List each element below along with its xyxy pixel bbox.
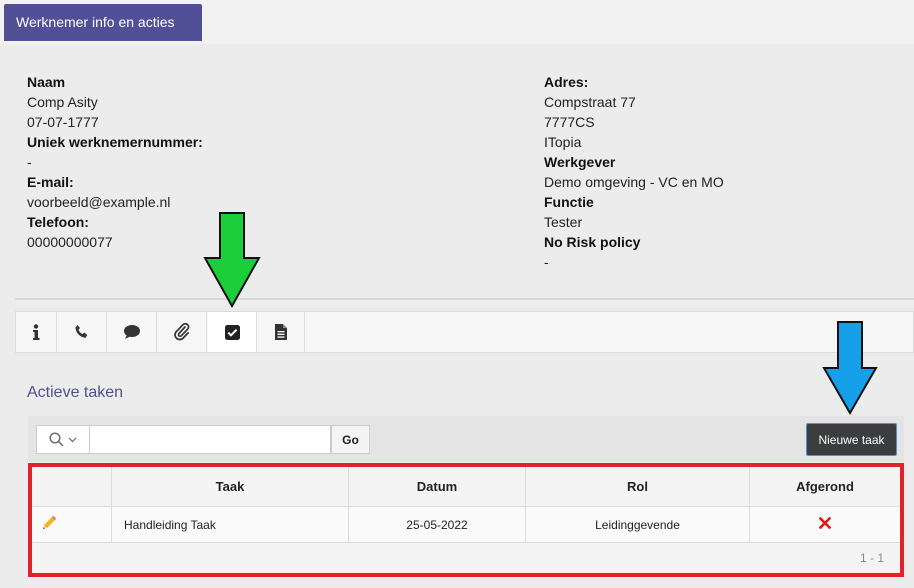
function-label: Functie [544,194,594,210]
x-icon [818,516,832,530]
chevron-down-icon [68,437,77,442]
active-tasks-title: Actieve taken [27,384,124,401]
tab-icon-bar [15,311,914,353]
cell-rol: Leidinggevende [525,506,750,543]
info-icon [33,324,40,340]
phone-icon [75,325,87,338]
address-city: ITopia [544,134,582,150]
cell-afgerond [749,506,900,543]
divider [15,298,914,300]
new-task-button[interactable]: Nieuwe taak [806,423,897,456]
paperclip-icon [173,323,189,341]
no-risk-policy-value: - [544,254,549,270]
blue-arrow-icon [822,321,878,415]
employee-info-panel: Naam Comp Asity 07-07-1777 Uniek werknem… [0,44,914,298]
employee-number-value: - [27,154,32,170]
phone-value: 00000000077 [27,234,113,250]
function-value: Tester [544,214,583,230]
pager-info: 1 - 1 [859,551,884,565]
employee-info-right: Adres: Compstraat 77 7777CS ITopia Werkg… [544,72,724,272]
email-label: E-mail: [27,174,74,190]
task-grid: Taak Datum Rol Afgerond Handleiding Taak… [28,463,904,577]
task-toolbar: Go Nieuwe taak [28,416,904,462]
no-risk-policy-label: No Risk policy [544,234,641,250]
employer-label: Werkgever [544,154,616,170]
address-postcode: 7777CS [544,114,595,130]
tab-comment[interactable] [107,312,157,352]
employee-info-left: Naam Comp Asity 07-07-1777 Uniek werknem… [27,72,203,252]
header-tab[interactable]: Werknemer info en acties [4,4,202,41]
column-header-taak[interactable]: Taak [111,467,349,507]
table-header-row: Taak Datum Rol Afgerond [32,467,900,507]
document-icon [274,324,287,340]
task-table: Taak Datum Rol Afgerond Handleiding Taak… [32,467,900,543]
employee-number-label: Uniek werknemernummer: [27,134,203,150]
phone-label: Telefoon: [27,214,89,230]
search-icon [49,432,64,447]
address-street: Compstraat 77 [544,94,636,110]
pencil-icon[interactable] [40,514,58,532]
column-header-afgerond[interactable]: Afgerond [749,467,900,507]
tab-attachment[interactable] [157,312,207,352]
column-header-datum[interactable]: Datum [348,467,526,507]
tab-tasks[interactable] [208,312,257,352]
search-dropdown[interactable] [36,425,90,454]
top-bar: Werknemer info en acties [0,0,914,44]
tab-info[interactable] [16,312,57,352]
address-label: Adres: [544,74,589,90]
checkbox-icon [224,324,240,340]
tab-phone[interactable] [57,312,107,352]
employer-value: Demo omgeving - VC en MO [544,174,724,190]
table-row: Handleiding Taak 25-05-2022 Leidinggeven… [32,506,900,543]
birthdate-value: 07-07-1777 [27,114,99,130]
go-button[interactable]: Go [331,425,370,454]
column-header-rol[interactable]: Rol [525,467,750,507]
name-label: Naam [27,74,66,90]
name-value: Comp Asity [27,94,98,110]
column-header-edit [32,467,112,507]
green-arrow-icon [203,212,261,308]
tab-document[interactable] [257,312,305,352]
edit-cell[interactable] [32,506,112,543]
cell-taak: Handleiding Taak [111,506,349,543]
search-input[interactable] [90,425,331,454]
cell-datum: 25-05-2022 [348,506,526,543]
comment-icon [123,325,140,339]
email-value: voorbeeld@example.nl [27,194,171,210]
